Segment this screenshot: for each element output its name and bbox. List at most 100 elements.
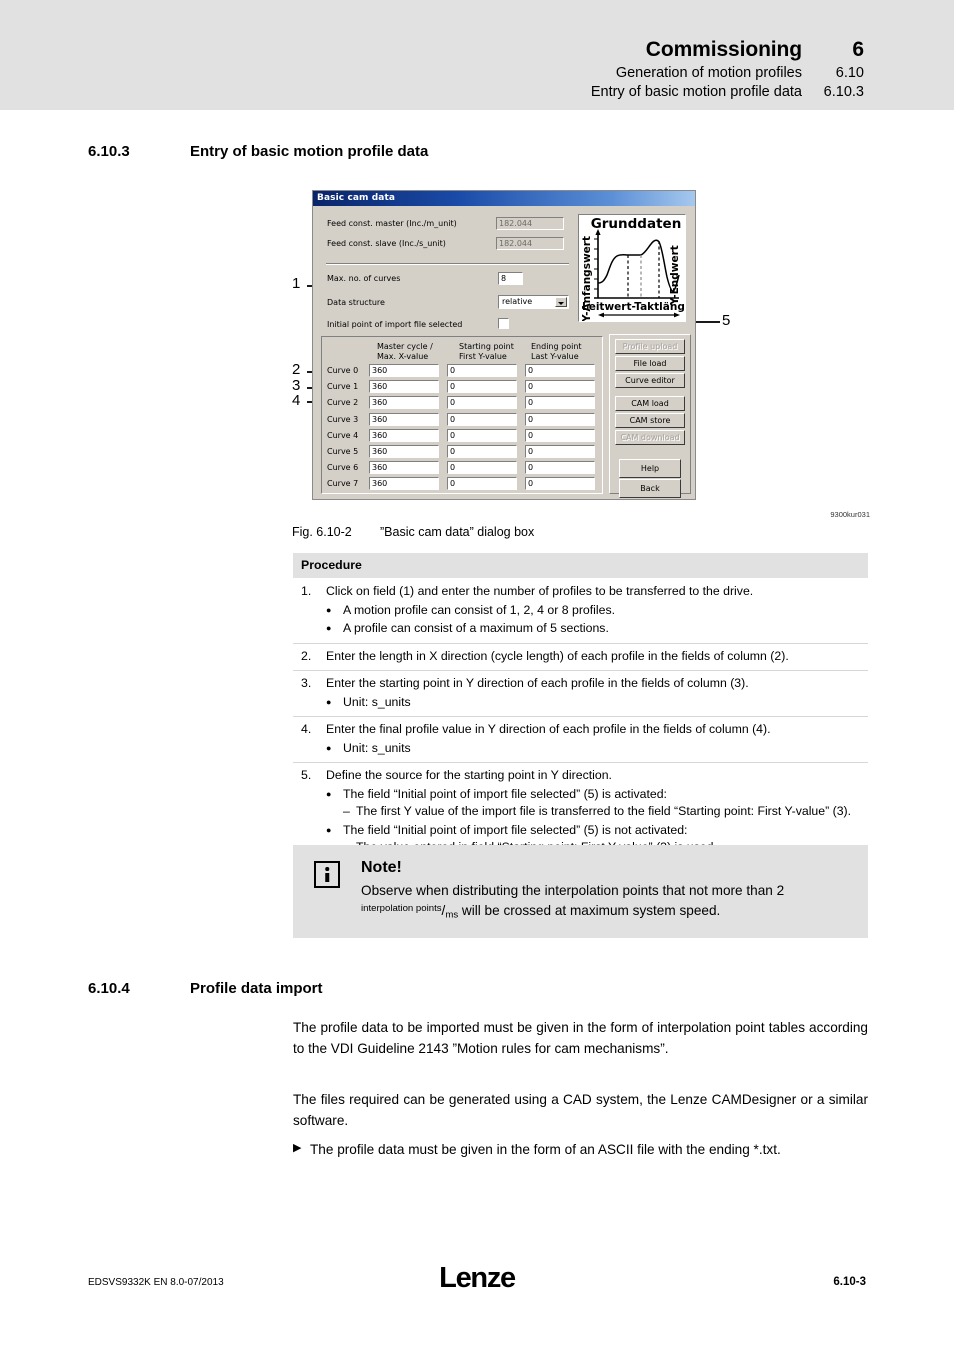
curve-ending-point-field[interactable]: 0 <box>525 396 595 410</box>
curve-master-cycle-field[interactable]: 360 <box>369 461 439 475</box>
curve-master-cycle-field[interactable]: 360 <box>369 412 439 426</box>
curve-master-cycle-field[interactable]: 360 <box>369 428 439 442</box>
curve-master-cycle-field[interactable]: 360 <box>369 396 439 410</box>
dialog-button-curve-editor[interactable]: Curve editor <box>615 373 685 388</box>
section-number-6104: 6.10.4 <box>88 980 130 997</box>
curve-starting-point-field[interactable]: 0 <box>447 445 517 458</box>
feed-const-slave-field[interactable]: 182.044 <box>496 237 564 250</box>
curve-ending-point-field[interactable]: 0 <box>525 412 595 426</box>
procedure-bullet: ● The field “Initial point of import file… <box>326 786 868 804</box>
header-subtitle-1-number: 6.10 <box>835 65 864 81</box>
bullet-dot-icon: ● <box>326 788 332 799</box>
procedure-step-content: Enter the final profile value in Y direc… <box>326 721 868 757</box>
section-heading-6103: 6.10.3 Entry of basic motion profile dat… <box>88 143 428 160</box>
procedure-step-text: Enter the final profile value in Y direc… <box>326 722 771 737</box>
figure-basic-cam-data: Basic cam data Feed const. master (Inc./… <box>312 190 698 502</box>
paragraph-2: The files required can be generated usin… <box>293 1092 868 1128</box>
grunddaten-chart-svg: Y-Anfangswert Y-Endwert Grunddaten Leitw… <box>581 216 692 323</box>
curve-row-label: Curve 0 <box>327 366 359 375</box>
curve-starting-point-field[interactable]: 0 <box>447 396 517 410</box>
procedure-heading: Procedure <box>293 553 868 580</box>
chevron-down-icon[interactable] <box>555 297 567 307</box>
curve-ending-point-field[interactable]: 0 <box>525 364 595 377</box>
header-subtitle-1: Generation of motion profiles <box>615 65 802 81</box>
curve-ending-point-field[interactable]: 0 <box>525 380 595 394</box>
paragraph-3-text: The profile data must be given in the fo… <box>310 1142 781 1157</box>
footer-lenze-logo: Lenze <box>439 1262 516 1294</box>
procedure-bullet: ● A profile can consist of a maximum of 5… <box>326 620 868 638</box>
procedure-step-content: Enter the length in X direction (cycle l… <box>326 648 868 665</box>
procedure-bullet-text: The field “Initial point of import file … <box>343 822 688 837</box>
curve-starting-point-field[interactable]: 0 <box>447 364 517 377</box>
note-line-2-pre: more than 2 <box>711 883 785 898</box>
note-line-2-subscript: ms <box>445 909 459 921</box>
bullet-dot-icon: ● <box>326 824 332 835</box>
procedure-bullet-text: Unit: s_units <box>343 694 411 709</box>
note-text: Observe when distributing the interpolat… <box>361 881 838 922</box>
note-body: Note! Observe when distributing the inte… <box>361 859 868 922</box>
procedure-step-content: Define the source for the starting point… <box>326 767 868 856</box>
note-box: Note! Observe when distributing the inte… <box>293 845 868 939</box>
curve-master-cycle-field[interactable]: 360 <box>369 364 439 377</box>
curve-starting-point-field[interactable]: 0 <box>447 380 517 394</box>
col3-line2: Last Y-value <box>531 352 579 361</box>
callout-5: 5 <box>722 312 731 329</box>
curve-starting-point-field[interactable]: 0 <box>447 428 517 442</box>
curve-master-cycle-field[interactable]: 360 <box>369 380 439 394</box>
curve-ending-point-field[interactable]: 0 <box>525 428 595 442</box>
section-number: 6.10.3 <box>88 143 130 160</box>
curve-starting-point-field[interactable]: 0 <box>447 461 517 475</box>
procedure-bullet: ● A motion profile can consist of 1, 2, 4… <box>326 602 868 620</box>
procedure-step-content: Enter the starting point in Y direction … <box>326 675 868 711</box>
paragraph-1: The profile data to be imported must be … <box>293 1020 868 1056</box>
note-line-1: Observe when distributing the interpolat… <box>361 883 708 898</box>
max-no-of-curves-field[interactable]: 8 <box>498 272 523 285</box>
page-header: Commissioning 6 Generation of motion pro… <box>0 0 954 110</box>
procedure-bullet-text: A profile can consist of a maximum of 5 … <box>343 621 609 636</box>
procedure-bullet: ● Unit: s_units <box>326 740 868 758</box>
data-structure-select[interactable]: relative <box>498 295 569 309</box>
procedure-step-text: Define the source for the starting point… <box>326 768 612 783</box>
figure-caption: Fig. 6.10-2 ”Basic cam data” dialog box <box>292 525 534 539</box>
header-title: Commissioning <box>645 38 802 61</box>
procedure-step-text: Click on field (1) and enter the number … <box>326 584 754 599</box>
curve-row-label: Curve 3 <box>327 414 359 424</box>
procedure-step-number: 4. <box>301 722 312 737</box>
data-structure-label: Data structure <box>327 298 385 307</box>
curve-ending-point-field[interactable]: 0 <box>525 461 595 475</box>
curve-master-cycle-field[interactable]: 360 <box>369 477 439 491</box>
dialog-button-cam-load[interactable]: CAM load <box>615 396 685 411</box>
initial-point-checkbox[interactable] <box>498 318 509 329</box>
section-heading-6104: 6.10.4 Profile data import <box>88 980 323 997</box>
dialog-button-file-load[interactable]: File load <box>615 356 685 371</box>
procedure-step-text: Enter the starting point in Y direction … <box>326 676 749 691</box>
note-line-2-post: will be crossed at maximum <box>458 902 629 918</box>
max-no-of-curves-label: Max. no. of curves <box>327 274 401 283</box>
curve-starting-point-field[interactable]: 0 <box>447 412 517 426</box>
dialog-button-help[interactable]: Help <box>619 459 681 478</box>
dialog-button-back[interactable]: Back <box>619 479 681 498</box>
curve-ending-point-field[interactable]: 0 <box>525 477 595 491</box>
curve-master-cycle-field[interactable]: 360 <box>369 445 439 458</box>
curve-ending-point-field[interactable]: 0 <box>525 445 595 458</box>
bullet-dot-icon: ● <box>326 604 332 615</box>
procedure-subdash-text: The first Y value of the import file is … <box>356 804 852 819</box>
procedure-step: 2. Enter the length in X direction (cycle… <box>293 644 868 672</box>
dialog-button-cam-store[interactable]: CAM store <box>615 413 685 428</box>
info-icon <box>314 861 340 888</box>
procedure-step: 3. Enter the starting point in Y directio… <box>293 671 868 718</box>
grunddaten-chart: Y-Anfangswert Y-Endwert Grunddaten Leitw… <box>578 214 692 323</box>
header-subtitle-2: Entry of basic motion profile data <box>590 84 802 100</box>
column-header-master-cycle: Master cycle / Max. X-value <box>377 342 433 362</box>
procedure-step: 4. Enter the final profile value in Y dir… <box>293 717 868 764</box>
column-header-ending-point: Ending point Last Y-value <box>531 342 582 362</box>
curve-row-label: Curve 1 <box>327 382 359 392</box>
curve-starting-point-field[interactable]: 0 <box>447 477 517 491</box>
procedure-step-number: 2. <box>301 649 312 663</box>
col2-line2: First Y-value <box>459 352 507 361</box>
figure-code: 9300kur031 <box>830 510 870 519</box>
feed-const-master-field[interactable]: 182.044 <box>496 217 564 230</box>
callout-2: 2 <box>292 361 301 378</box>
note-icon-wrap <box>293 859 361 922</box>
dialog-titlebar: Basic cam data <box>313 191 695 206</box>
